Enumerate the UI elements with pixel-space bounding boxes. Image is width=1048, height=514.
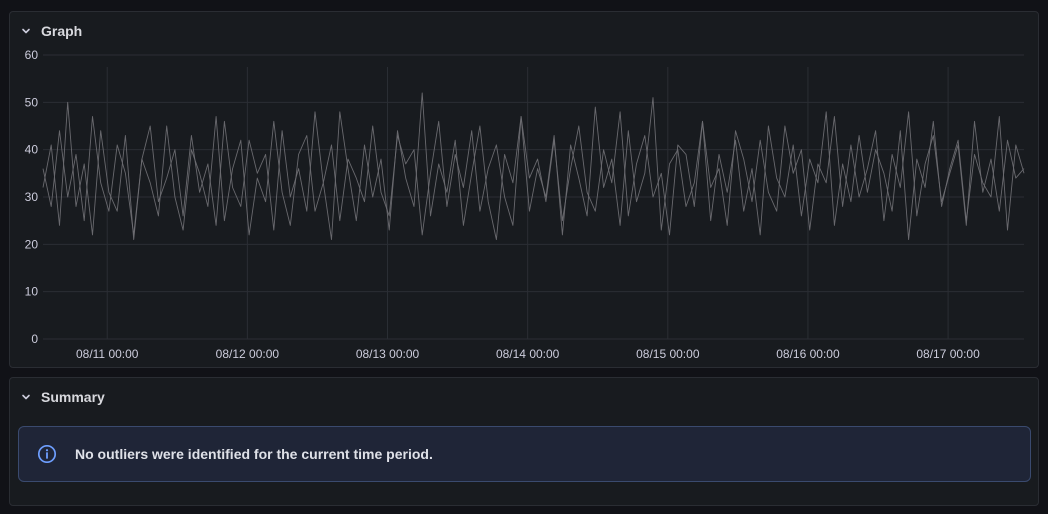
info-circle-icon	[37, 444, 57, 464]
x-tick-label: 08/12 00:00	[216, 347, 280, 361]
x-tick-label: 08/14 00:00	[496, 347, 560, 361]
info-alert: No outliers were identified for the curr…	[18, 426, 1031, 482]
y-tick-label: 30	[25, 190, 39, 204]
chevron-down-icon[interactable]	[21, 392, 31, 402]
y-tick-label: 50	[25, 95, 39, 109]
graph-panel: Graph 0 10 20 30 40 50 60 08/11 00:00 08/12 00:0…	[9, 11, 1039, 368]
series-line-1	[42, 92, 1025, 241]
y-tick-label: 60	[25, 48, 39, 62]
y-tick-label: 10	[25, 285, 39, 299]
alert-message: No outliers were identified for the curr…	[75, 446, 433, 462]
series-line-2	[42, 111, 1025, 236]
y-tick-label: 0	[31, 332, 38, 346]
time-series-chart: 0 10 20 30 40 50 60 08/11 00:00 08/12 00:00 08/13…	[25, 48, 1025, 361]
x-tick-label: 08/11 00:00	[76, 347, 139, 361]
y-tick-label: 40	[25, 143, 39, 157]
x-tick-label: 08/16 00:00	[776, 347, 840, 361]
chart-grid	[43, 54, 1024, 340]
x-tick-label: 08/13 00:00	[356, 347, 420, 361]
x-tick-label: 08/17 00:00	[916, 347, 980, 361]
x-tick-label: 08/15 00:00	[636, 347, 700, 361]
chart-series	[42, 92, 1025, 241]
summary-panel-header[interactable]: Summary	[21, 389, 105, 405]
y-tick-label: 20	[25, 237, 39, 251]
summary-panel: Summary No outliers were identified for …	[9, 377, 1039, 506]
summary-panel-title: Summary	[41, 389, 105, 405]
